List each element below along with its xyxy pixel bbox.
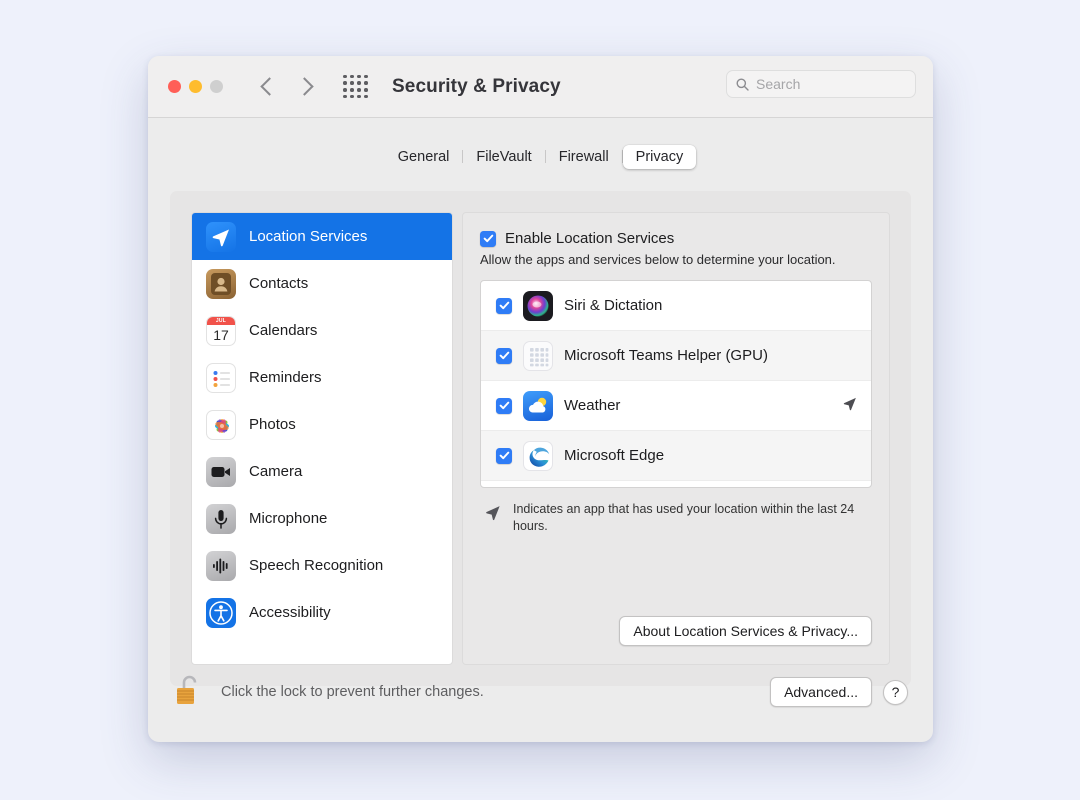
speech-recognition-icon xyxy=(206,550,236,581)
about-location-services-button[interactable]: About Location Services & Privacy... xyxy=(619,616,872,646)
traffic-lights xyxy=(168,80,223,93)
sidebar-item-location-services[interactable]: Location Services xyxy=(192,213,452,260)
privacy-category-list: Location Services Contacts JUL 17 Calend… xyxy=(191,212,453,665)
sidebar-item-label: Photos xyxy=(249,416,296,433)
enable-location-services-label: Enable Location Services xyxy=(505,230,675,247)
lock-message: Click the lock to prevent further change… xyxy=(221,684,484,700)
sidebar-item-label: Speech Recognition xyxy=(249,557,384,574)
sidebar-item-accessibility[interactable]: Accessibility xyxy=(192,589,452,636)
sidebar-item-camera[interactable]: Camera xyxy=(192,448,452,495)
app-name: Weather xyxy=(564,397,621,414)
tab-general[interactable]: General xyxy=(385,145,463,169)
tab-firewall[interactable]: Firewall xyxy=(546,145,622,169)
enable-location-services-checkbox[interactable] xyxy=(480,230,496,247)
unlocked-padlock-icon[interactable] xyxy=(173,671,207,714)
search-icon xyxy=(736,78,749,91)
sidebar-item-reminders[interactable]: Reminders xyxy=(192,354,452,401)
sidebar-item-speech-recognition[interactable]: Speech Recognition xyxy=(192,542,452,589)
location-arrow-icon xyxy=(483,501,502,534)
search-field[interactable]: Search xyxy=(726,70,916,98)
sidebar-item-photos[interactable]: Photos xyxy=(192,401,452,448)
app-location-list[interactable]: Siri & Dictation Microsoft Teams Helper … xyxy=(480,280,872,488)
table-row[interactable]: Weather xyxy=(481,381,871,431)
app-name: Microsoft Teams Helper (GPU) xyxy=(564,347,768,364)
help-button[interactable]: ? xyxy=(883,679,908,705)
generic-app-icon xyxy=(523,340,553,371)
window-titlebar: Security & Privacy Search xyxy=(148,56,933,118)
page-title: Security & Privacy xyxy=(392,75,561,97)
table-row[interactable]: Microsoft Edge xyxy=(481,431,871,481)
calendar-month-label: JUL xyxy=(207,316,235,325)
sidebar-item-microphone[interactable]: Microphone xyxy=(192,495,452,542)
weather-icon xyxy=(523,390,553,421)
sidebar-item-label: Camera xyxy=(249,463,303,480)
minimize-button[interactable] xyxy=(189,80,202,93)
show-all-grid-icon[interactable] xyxy=(343,74,368,99)
app-checkbox[interactable] xyxy=(496,397,512,414)
location-arrow-icon xyxy=(841,395,858,416)
camera-icon xyxy=(206,456,236,487)
zoom-button[interactable] xyxy=(210,80,223,93)
enable-location-services-row[interactable]: Enable Location Services xyxy=(480,230,872,247)
location-services-icon xyxy=(206,221,236,252)
app-checkbox[interactable] xyxy=(496,447,512,464)
sidebar-item-contacts[interactable]: Contacts xyxy=(192,260,452,307)
app-checkbox[interactable] xyxy=(496,297,512,314)
back-chevron-icon[interactable] xyxy=(260,77,279,96)
location-footnote-text: Indicates an app that has used your loca… xyxy=(513,502,855,533)
sidebar-item-label: Contacts xyxy=(249,275,309,292)
sidebar-item-calendars[interactable]: JUL 17 Calendars xyxy=(192,307,452,354)
location-services-panel: Enable Location Services Allow the apps … xyxy=(462,212,890,665)
close-button[interactable] xyxy=(168,80,181,93)
calendars-icon: JUL 17 xyxy=(206,315,236,346)
table-row[interactable]: Microsoft Teams Helper (GPU) xyxy=(481,331,871,381)
navigation-buttons xyxy=(260,77,314,96)
tab-filevault[interactable]: FileVault xyxy=(463,145,544,169)
calendar-day-label: 17 xyxy=(213,326,229,343)
reminders-icon xyxy=(206,362,236,393)
photos-icon xyxy=(206,409,236,440)
app-name: Microsoft Edge xyxy=(564,447,665,464)
tab-bar: General FileVault Firewall Privacy xyxy=(148,118,933,169)
panel-description: Allow the apps and services below to det… xyxy=(480,252,836,267)
tab-privacy[interactable]: Privacy xyxy=(622,144,697,169)
microsoft-edge-icon xyxy=(523,440,553,471)
contacts-icon xyxy=(206,268,236,299)
accessibility-icon xyxy=(206,597,236,628)
sidebar-item-label: Calendars xyxy=(249,322,318,339)
table-row-partial[interactable] xyxy=(481,481,871,487)
window-footer: Click the lock to prevent further change… xyxy=(148,656,933,742)
app-name: Siri & Dictation xyxy=(564,297,663,314)
forward-chevron-icon[interactable] xyxy=(295,77,314,96)
sidebar-item-label: Location Services xyxy=(249,228,368,245)
system-preferences-window: Security & Privacy Search General FileVa… xyxy=(148,56,933,742)
siri-icon xyxy=(523,290,553,321)
sidebar-item-label: Accessibility xyxy=(249,604,331,621)
table-row[interactable]: Siri & Dictation xyxy=(481,281,871,331)
search-placeholder: Search xyxy=(756,76,801,92)
location-footnote: Indicates an app that has used your loca… xyxy=(480,501,872,534)
sidebar-item-label: Reminders xyxy=(249,369,322,386)
privacy-pane: Location Services Contacts JUL 17 Calend… xyxy=(170,191,911,686)
advanced-button[interactable]: Advanced... xyxy=(770,677,872,707)
app-checkbox[interactable] xyxy=(496,347,512,364)
sidebar-item-label: Microphone xyxy=(249,510,328,527)
microphone-icon xyxy=(206,503,236,534)
